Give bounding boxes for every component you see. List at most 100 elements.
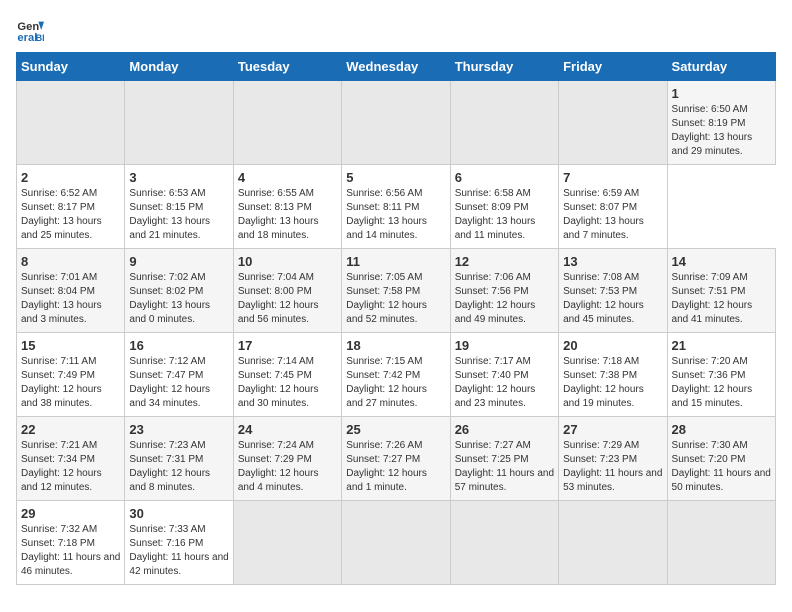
cell-text: Sunrise: 7:02 AMSunset: 8:02 PMDaylight:… [129, 272, 210, 325]
day-number: 30 [129, 506, 228, 521]
page-header: Gen eral Blue [16, 16, 776, 44]
weekday-header-row: SundayMondayTuesdayWednesdayThursdayFrid… [17, 53, 776, 81]
logo: Gen eral Blue [16, 16, 48, 44]
day-number: 7 [563, 170, 662, 185]
day-number: 12 [455, 254, 554, 269]
cell-text: Sunrise: 6:52 AMSunset: 8:17 PMDaylight:… [21, 188, 102, 241]
calendar-cell: 24 Sunrise: 7:24 AMSunset: 7:29 PMDayligh… [233, 417, 341, 501]
calendar-week-4: 22Sunrise: 7:21 AMSunset: 7:34 PMDayligh… [17, 417, 776, 501]
calendar-cell: 11Sunrise: 7:05 AMSunset: 7:58 PMDayligh… [342, 249, 450, 333]
cell-text: Sunrise: 6:53 AMSunset: 8:15 PMDaylight:… [129, 188, 210, 241]
cell-text: Sunrise: 7:15 AMSunset: 7:42 PMDaylight:… [346, 356, 427, 409]
svg-text:Blue: Blue [36, 33, 44, 43]
calendar-cell [342, 501, 450, 585]
calendar-cell: 10Sunrise: 7:04 AMSunset: 8:00 PMDayligh… [233, 249, 341, 333]
calendar-week-0: 1 Sunrise: 6:50 AMSunset: 8:19 PMDaylight… [17, 81, 776, 165]
day-number: 1 [672, 86, 771, 101]
weekday-header-tuesday: Tuesday [233, 53, 341, 81]
day-number: 18 [346, 338, 445, 353]
cell-text: Sunrise: 7:04 AMSunset: 8:00 PMDaylight:… [238, 272, 319, 325]
day-number: 16 [129, 338, 228, 353]
calendar-cell [667, 501, 775, 585]
calendar-cell: 5Sunrise: 6:56 AMSunset: 8:11 PMDaylight… [342, 165, 450, 249]
day-number: 24 [238, 422, 337, 437]
calendar-cell: 29 Sunrise: 7:32 AMSunset: 7:18 PMDayligh… [17, 501, 125, 585]
day-number: 29 [21, 506, 120, 521]
cell-text: Sunrise: 7:08 AMSunset: 7:53 PMDaylight:… [563, 272, 644, 325]
logo-icon: Gen eral Blue [16, 16, 44, 44]
calendar-cell: 20 Sunrise: 7:18 AMSunset: 7:38 PMDayligh… [559, 333, 667, 417]
calendar-table: SundayMondayTuesdayWednesdayThursdayFrid… [16, 52, 776, 585]
weekday-header-wednesday: Wednesday [342, 53, 450, 81]
calendar-week-3: 15Sunrise: 7:11 AMSunset: 7:49 PMDayligh… [17, 333, 776, 417]
calendar-cell: 1 Sunrise: 6:50 AMSunset: 8:19 PMDaylight… [667, 81, 775, 165]
calendar-cell [233, 81, 341, 165]
calendar-cell: 2 Sunrise: 6:52 AMSunset: 8:17 PMDaylight… [17, 165, 125, 249]
cell-text: Sunrise: 7:06 AMSunset: 7:56 PMDaylight:… [455, 272, 536, 325]
cell-text: Sunrise: 7:18 AMSunset: 7:38 PMDaylight:… [563, 356, 644, 409]
calendar-cell [559, 501, 667, 585]
day-number: 9 [129, 254, 228, 269]
day-number: 6 [455, 170, 554, 185]
calendar-cell [559, 81, 667, 165]
calendar-cell: 23Sunrise: 7:23 AMSunset: 7:31 PMDayligh… [125, 417, 233, 501]
day-number: 2 [21, 170, 120, 185]
cell-text: Sunrise: 6:50 AMSunset: 8:19 PMDaylight:… [672, 104, 753, 157]
calendar-cell: 30 Sunrise: 7:33 AMSunset: 7:16 PMDayligh… [125, 501, 233, 585]
calendar-cell: 4 Sunrise: 6:55 AMSunset: 8:13 PMDaylight… [233, 165, 341, 249]
cell-text: Sunrise: 7:21 AMSunset: 7:34 PMDaylight:… [21, 440, 102, 493]
svg-text:Gen: Gen [17, 21, 39, 33]
day-number: 14 [672, 254, 771, 269]
day-number: 8 [21, 254, 120, 269]
day-number: 20 [563, 338, 662, 353]
cell-text: Sunrise: 7:01 AMSunset: 8:04 PMDaylight:… [21, 272, 102, 325]
cell-text: Sunrise: 7:11 AMSunset: 7:49 PMDaylight:… [21, 356, 102, 409]
calendar-cell: 26Sunrise: 7:27 AMSunset: 7:25 PMDayligh… [450, 417, 558, 501]
weekday-header-sunday: Sunday [17, 53, 125, 81]
calendar-cell [17, 81, 125, 165]
calendar-cell: 22Sunrise: 7:21 AMSunset: 7:34 PMDayligh… [17, 417, 125, 501]
calendar-week-5: 29 Sunrise: 7:32 AMSunset: 7:18 PMDayligh… [17, 501, 776, 585]
weekday-header-friday: Friday [559, 53, 667, 81]
calendar-week-2: 8 Sunrise: 7:01 AMSunset: 8:04 PMDaylight… [17, 249, 776, 333]
day-number: 19 [455, 338, 554, 353]
day-number: 27 [563, 422, 662, 437]
calendar-cell: 25Sunrise: 7:26 AMSunset: 7:27 PMDayligh… [342, 417, 450, 501]
calendar-week-1: 2 Sunrise: 6:52 AMSunset: 8:17 PMDaylight… [17, 165, 776, 249]
cell-text: Sunrise: 7:14 AMSunset: 7:45 PMDaylight:… [238, 356, 319, 409]
calendar-cell: 8 Sunrise: 7:01 AMSunset: 8:04 PMDaylight… [17, 249, 125, 333]
day-number: 17 [238, 338, 337, 353]
day-number: 23 [129, 422, 228, 437]
calendar-cell [342, 81, 450, 165]
cell-text: Sunrise: 7:24 AMSunset: 7:29 PMDaylight:… [238, 440, 319, 493]
calendar-cell: 17 Sunrise: 7:14 AMSunset: 7:45 PMDayligh… [233, 333, 341, 417]
cell-text: Sunrise: 6:58 AMSunset: 8:09 PMDaylight:… [455, 188, 536, 241]
calendar-cell [450, 81, 558, 165]
calendar-cell: 3 Sunrise: 6:53 AMSunset: 8:15 PMDaylight… [125, 165, 233, 249]
day-number: 13 [563, 254, 662, 269]
calendar-cell: 12 Sunrise: 7:06 AMSunset: 7:56 PMDayligh… [450, 249, 558, 333]
cell-text: Sunrise: 7:29 AMSunset: 7:23 PMDaylight:… [563, 440, 662, 493]
day-number: 26 [455, 422, 554, 437]
cell-text: Sunrise: 6:59 AMSunset: 8:07 PMDaylight:… [563, 188, 644, 241]
cell-text: Sunrise: 6:55 AMSunset: 8:13 PMDaylight:… [238, 188, 319, 241]
cell-text: Sunrise: 7:12 AMSunset: 7:47 PMDaylight:… [129, 356, 210, 409]
calendar-cell [233, 501, 341, 585]
day-number: 25 [346, 422, 445, 437]
calendar-cell: 27 Sunrise: 7:29 AMSunset: 7:23 PMDayligh… [559, 417, 667, 501]
calendar-cell: 6 Sunrise: 6:58 AMSunset: 8:09 PMDaylight… [450, 165, 558, 249]
cell-text: Sunrise: 7:33 AMSunset: 7:16 PMDaylight:… [129, 524, 228, 577]
calendar-cell: 21Sunrise: 7:20 AMSunset: 7:36 PMDayligh… [667, 333, 775, 417]
calendar-cell [125, 81, 233, 165]
cell-text: Sunrise: 7:32 AMSunset: 7:18 PMDaylight:… [21, 524, 120, 577]
weekday-header-monday: Monday [125, 53, 233, 81]
calendar-cell: 13 Sunrise: 7:08 AMSunset: 7:53 PMDayligh… [559, 249, 667, 333]
day-number: 4 [238, 170, 337, 185]
day-number: 11 [346, 254, 445, 269]
calendar-cell: 18 Sunrise: 7:15 AMSunset: 7:42 PMDayligh… [342, 333, 450, 417]
calendar-cell: 28Sunrise: 7:30 AMSunset: 7:20 PMDayligh… [667, 417, 775, 501]
calendar-cell: 7 Sunrise: 6:59 AMSunset: 8:07 PMDaylight… [559, 165, 667, 249]
svg-text:eral: eral [17, 32, 37, 44]
weekday-header-thursday: Thursday [450, 53, 558, 81]
day-number: 3 [129, 170, 228, 185]
